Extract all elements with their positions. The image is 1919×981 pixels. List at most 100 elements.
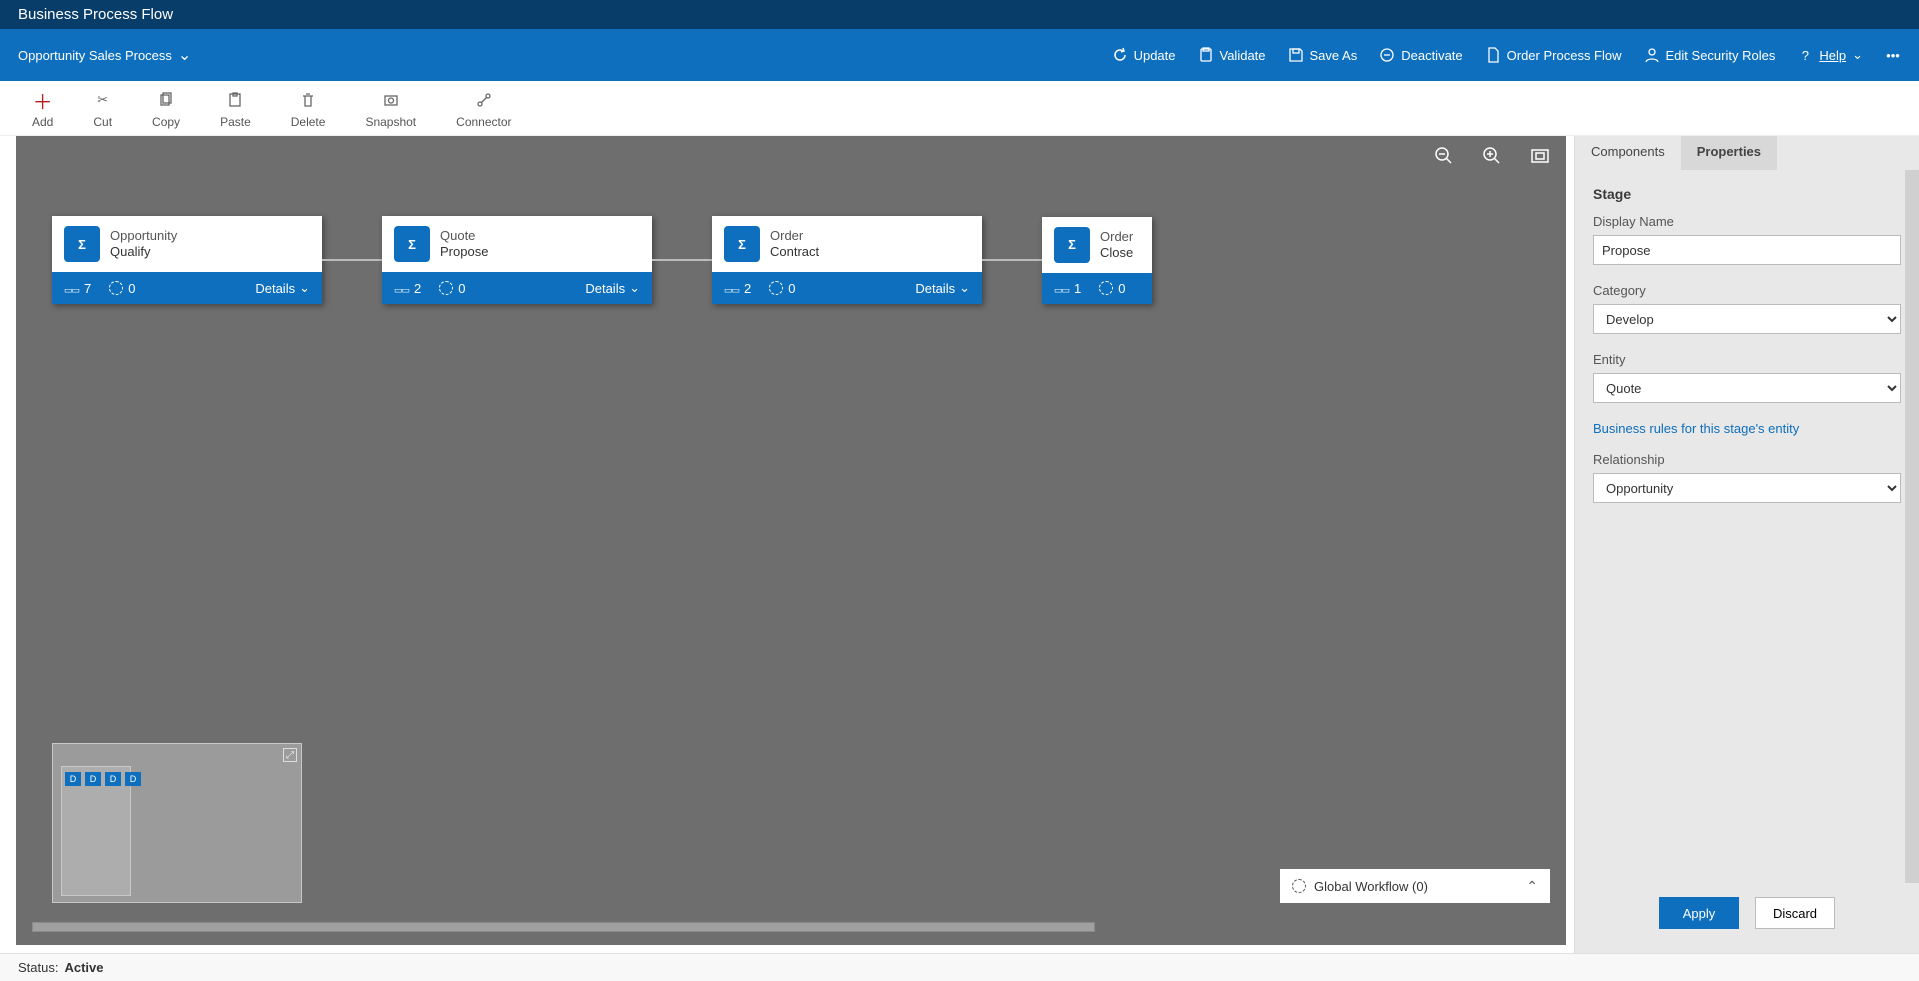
stage-icon: Σ (64, 226, 100, 262)
status-label: Status: (18, 960, 58, 975)
zoom-out-button[interactable] (1434, 146, 1454, 166)
entity-label: Entity (1593, 352, 1901, 367)
global-workflow-panel[interactable]: Global Workflow (0) ⌃ (1280, 869, 1550, 903)
horizontal-scrollbar[interactable] (32, 917, 1550, 937)
tab-properties[interactable]: Properties (1681, 136, 1777, 170)
plus-icon: ＋ (34, 91, 52, 109)
discard-button[interactable]: Discard (1755, 897, 1835, 929)
chevron-up-icon[interactable]: ⌃ (1526, 878, 1538, 895)
minimap-node: D (125, 772, 141, 786)
workflow-icon (1292, 879, 1306, 893)
tab-components[interactable]: Components (1575, 136, 1681, 170)
minimap-node: D (65, 772, 81, 786)
panel-body: Stage Display Name Category Develop Enti… (1575, 170, 1919, 883)
user-icon (1644, 47, 1660, 63)
stage-contract[interactable]: Σ Order Contract 2 0 Details⌄ (712, 216, 982, 304)
stage-name: Propose (440, 244, 488, 260)
zoom-in-button[interactable] (1482, 146, 1502, 166)
save-icon (1288, 47, 1304, 63)
paste-label: Paste (220, 115, 251, 129)
panel-buttons: Apply Discard (1575, 883, 1919, 953)
category-select[interactable]: Develop (1593, 304, 1901, 334)
stage-icon: Σ (1054, 227, 1090, 263)
properties-panel: Components Properties Stage Display Name… (1574, 136, 1919, 953)
stage-name: Qualify (110, 244, 177, 260)
header: Opportunity Sales Process ⌄ Update Valid… (0, 29, 1919, 81)
stage-propose[interactable]: Σ Quote Propose 2 0 Details⌄ (382, 216, 652, 304)
deactivate-icon (1379, 47, 1395, 63)
displayname-input[interactable] (1593, 235, 1901, 265)
vertical-scrollbar[interactable] (1905, 170, 1919, 883)
connector-button[interactable]: Connector (456, 91, 511, 129)
deactivate-label: Deactivate (1401, 48, 1462, 63)
clipboard-icon (1198, 47, 1214, 63)
paste-icon (226, 91, 244, 109)
update-button[interactable]: Update (1112, 47, 1176, 63)
panel-tabs: Components Properties (1575, 136, 1919, 170)
main: Σ Opportunity Qualify 7 0 Details⌄ (0, 136, 1919, 953)
workflow-count: 0 (769, 281, 795, 296)
canvas-wrap: Σ Opportunity Qualify 7 0 Details⌄ (0, 136, 1574, 953)
steps-count: 2 (394, 281, 421, 296)
cut-button[interactable]: ✂Cut (93, 91, 112, 129)
details-button[interactable]: Details⌄ (915, 280, 970, 296)
stage-close[interactable]: Σ Order Close 1 0 (1042, 217, 1152, 304)
fit-button[interactable] (1530, 146, 1550, 166)
add-button[interactable]: ＋ Add (32, 91, 53, 129)
minimap[interactable]: ⤢ D D D D (52, 743, 302, 903)
more-button[interactable]: ••• (1885, 47, 1901, 63)
workflow-count: 0 (1099, 281, 1125, 296)
header-actions: Update Validate Save As Deactivate Order… (1112, 47, 1901, 63)
stage-entity: Order (1100, 229, 1133, 245)
scrollbar-thumb[interactable] (32, 922, 1095, 932)
connector-label: Connector (456, 115, 511, 129)
workflow-count: 0 (439, 281, 465, 296)
relationship-label: Relationship (1593, 452, 1901, 467)
refresh-icon (1112, 47, 1128, 63)
connector-line (652, 259, 712, 261)
deactivate-button[interactable]: Deactivate (1379, 47, 1462, 63)
apply-button[interactable]: Apply (1659, 897, 1739, 929)
stage-entity: Opportunity (110, 228, 177, 244)
stage-qualify[interactable]: Σ Opportunity Qualify 7 0 Details⌄ (52, 216, 322, 304)
connector-icon (475, 91, 493, 109)
entity-select[interactable]: Quote (1593, 373, 1901, 403)
help-button[interactable]: ? Help ⌄ (1797, 47, 1863, 63)
steps-count: 1 (1054, 281, 1081, 296)
copy-button[interactable]: Copy (152, 91, 180, 129)
stages-row: Σ Opportunity Qualify 7 0 Details⌄ (52, 216, 1152, 304)
details-button[interactable]: Details⌄ (585, 280, 640, 296)
security-label: Edit Security Roles (1666, 48, 1776, 63)
chevron-down-icon: ⌄ (629, 280, 640, 296)
toolbar: ＋ Add ✂Cut Copy Paste Delete Snapshot Con… (0, 81, 1919, 136)
title-bar: Business Process Flow (0, 0, 1919, 29)
minimap-node: D (105, 772, 121, 786)
stage-entity: Order (770, 228, 819, 244)
delete-button[interactable]: Delete (291, 91, 326, 129)
help-label: Help (1819, 48, 1846, 63)
validate-button[interactable]: Validate (1198, 47, 1266, 63)
status-bar: Status: Active (0, 953, 1919, 981)
connector-line (322, 259, 382, 261)
trash-icon (299, 91, 317, 109)
saveas-button[interactable]: Save As (1288, 47, 1358, 63)
global-workflow-label: Global Workflow (0) (1314, 879, 1428, 894)
process-name-dropdown[interactable]: Opportunity Sales Process ⌄ (18, 45, 191, 65)
canvas[interactable]: Σ Opportunity Qualify 7 0 Details⌄ (16, 136, 1566, 945)
relationship-select[interactable]: Opportunity (1593, 473, 1901, 503)
steps-count: 7 (64, 281, 91, 296)
security-roles-button[interactable]: Edit Security Roles (1644, 47, 1776, 63)
paste-button[interactable]: Paste (220, 91, 251, 129)
update-label: Update (1134, 48, 1176, 63)
expand-icon[interactable]: ⤢ (283, 748, 297, 762)
snapshot-button[interactable]: Snapshot (365, 91, 416, 129)
stage-name: Contract (770, 244, 819, 260)
stage-icon: Σ (394, 226, 430, 262)
order-flow-button[interactable]: Order Process Flow (1485, 47, 1622, 63)
business-rules-link[interactable]: Business rules for this stage's entity (1593, 421, 1901, 436)
chevron-down-icon: ⌄ (178, 45, 191, 65)
details-button[interactable]: Details⌄ (255, 280, 310, 296)
add-label: Add (32, 115, 53, 129)
help-icon: ? (1797, 47, 1813, 63)
copy-label: Copy (152, 115, 180, 129)
